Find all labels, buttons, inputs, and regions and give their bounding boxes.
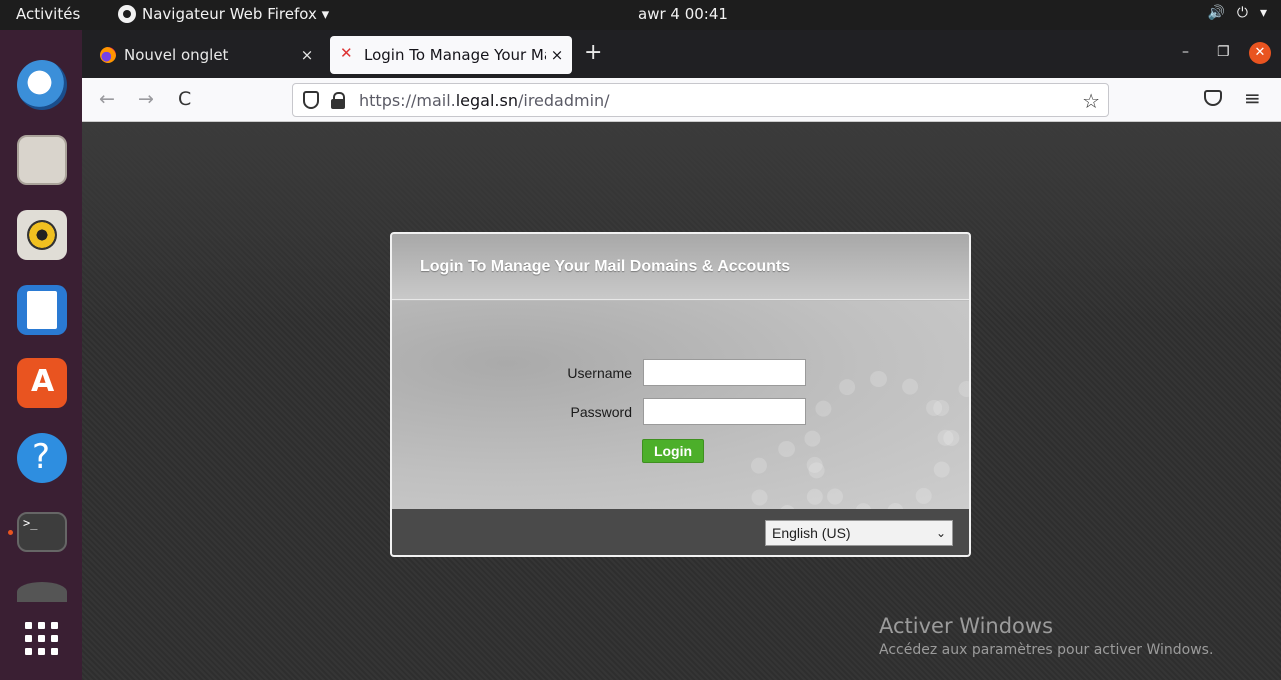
gear-decoration-icon <box>804 371 954 521</box>
tab-title: Login To Manage Your Ma <box>364 46 546 64</box>
navigation-toolbar: ← → C https://mail.legal.sn/iredadmin/ ☆… <box>82 78 1281 122</box>
username-label: Username <box>567 365 632 381</box>
bookmark-star-icon[interactable]: ☆ <box>1082 89 1100 113</box>
tab-strip: Nouvel onglet × Login To Manage Your Ma … <box>82 30 1281 78</box>
watermark-subtitle: Accédez aux paramètres pour activer Wind… <box>879 642 1214 658</box>
app-menu[interactable]: Navigateur Web Firefox ▾ <box>118 5 329 23</box>
volume-icon[interactable]: 🔊 <box>1207 5 1224 21</box>
firefox-window: Nouvel onglet × Login To Manage Your Ma … <box>82 30 1281 680</box>
files-icon[interactable] <box>17 135 67 185</box>
username-input[interactable] <box>643 359 806 386</box>
page-content: Login To Manage Your Mail Domains & Acco… <box>82 122 1281 680</box>
help-icon[interactable] <box>17 433 67 483</box>
firefox-icon <box>118 5 136 23</box>
lock-icon[interactable] <box>331 92 345 109</box>
hamburger-menu-icon[interactable]: ≡ <box>1244 86 1261 110</box>
thunderbird-icon[interactable] <box>17 60 67 110</box>
software-store-icon[interactable] <box>17 358 67 408</box>
rhythmbox-icon[interactable] <box>17 210 67 260</box>
running-indicator <box>8 530 13 535</box>
power-icon[interactable]: ⏻ <box>1237 5 1248 21</box>
dock <box>0 30 82 680</box>
close-tab-icon[interactable]: × <box>296 46 318 64</box>
login-header: Login To Manage Your Mail Domains & Acco… <box>392 234 969 300</box>
login-form: Username Password Login <box>392 301 969 521</box>
maximize-button[interactable]: ❐ <box>1217 44 1230 60</box>
firefox-favicon-icon <box>100 47 116 63</box>
app-grid-icon[interactable] <box>17 616 67 666</box>
tab-new-tab[interactable]: Nouvel onglet × <box>90 36 322 74</box>
system-tray[interactable]: 🔊 ⏻ ▾ <box>1207 5 1267 21</box>
watermark-title: Activer Windows <box>879 614 1054 638</box>
chevron-down-icon: ⌄ <box>935 526 946 540</box>
tray-menu-icon[interactable]: ▾ <box>1260 5 1267 21</box>
writer-icon[interactable] <box>17 285 67 335</box>
address-bar[interactable]: https://mail.legal.sn/iredadmin/ ☆ <box>292 83 1109 117</box>
login-panel: Login To Manage Your Mail Domains & Acco… <box>390 232 971 557</box>
language-select-value: English (US) <box>772 525 851 541</box>
close-window-button[interactable]: ✕ <box>1249 42 1271 64</box>
iredmail-favicon-icon <box>340 44 356 63</box>
tab-title: Nouvel onglet <box>124 46 229 64</box>
minimize-button[interactable]: – <box>1182 44 1189 60</box>
pocket-icon[interactable] <box>1204 90 1222 106</box>
language-select[interactable]: English (US) ⌄ <box>765 520 953 546</box>
password-input[interactable] <box>643 398 806 425</box>
login-title: Login To Manage Your Mail Domains & Acco… <box>420 258 791 275</box>
new-tab-button[interactable]: + <box>584 42 602 64</box>
disk-icon[interactable] <box>17 582 67 602</box>
back-button[interactable]: ← <box>99 88 115 110</box>
close-tab-icon[interactable]: × <box>546 46 568 64</box>
activities-button[interactable]: Activités <box>16 5 80 23</box>
login-button[interactable]: Login <box>642 439 704 463</box>
clock[interactable]: awr 4 00:41 <box>638 5 728 23</box>
forward-button[interactable]: → <box>138 88 154 110</box>
gnome-top-bar: Activités Navigateur Web Firefox ▾ awr 4… <box>0 0 1281 30</box>
tracking-shield-icon[interactable] <box>303 91 319 109</box>
app-menu-label: Navigateur Web Firefox ▾ <box>142 5 330 23</box>
url-text[interactable]: https://mail.legal.sn/iredadmin/ <box>359 91 610 110</box>
tab-login[interactable]: Login To Manage Your Ma × <box>330 36 572 74</box>
reload-button[interactable]: C <box>178 88 191 110</box>
windows-activation-watermark: Activer Windows Accédez aux paramètres p… <box>879 614 1213 658</box>
password-label: Password <box>570 404 632 420</box>
login-footer: English (US) ⌄ <box>392 509 969 555</box>
terminal-icon[interactable] <box>17 512 67 552</box>
